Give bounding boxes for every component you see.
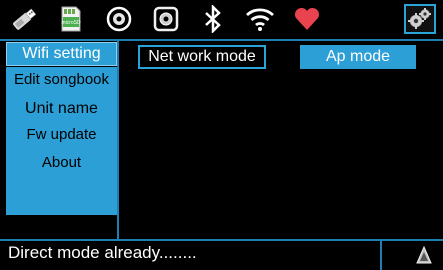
wifi-icon[interactable] <box>245 4 275 34</box>
sidebar-item-wifi-setting[interactable]: Wifi setting <box>6 42 117 66</box>
sidebar-item-fw-update[interactable]: Fw update <box>6 122 117 148</box>
heart-icon[interactable] <box>293 4 321 34</box>
status-text: Direct mode already........ <box>8 243 197 262</box>
sidebar-menu: Wifi setting Edit songbook Unit name Fw … <box>2 41 119 239</box>
sidebar-item-edit-songbook[interactable]: Edit songbook <box>6 68 117 92</box>
tab-ap-mode[interactable]: Ap mode <box>300 45 416 69</box>
top-icon-bar: microSD <box>0 0 443 38</box>
tab-net-work-mode[interactable]: Net work mode <box>138 45 266 69</box>
pen-drive-icon[interactable] <box>8 4 40 34</box>
sd-card-label: microSD <box>61 20 81 26</box>
settings-gears-icon[interactable] <box>404 4 436 34</box>
disc-icon[interactable] <box>106 4 132 34</box>
device-screen: microSD Wifi setting Edit songbook Unit … <box>0 0 443 270</box>
status-separator <box>380 241 382 270</box>
sidebar-item-about[interactable]: About <box>6 150 117 176</box>
status-divider <box>0 239 443 241</box>
bluetooth-icon[interactable] <box>202 4 224 34</box>
sd-card-icon[interactable]: microSD <box>58 4 84 34</box>
triangle-indicator-icon <box>416 245 432 269</box>
sidebar-item-unit-name[interactable]: Unit name <box>6 96 117 122</box>
speaker-icon[interactable] <box>153 4 179 34</box>
